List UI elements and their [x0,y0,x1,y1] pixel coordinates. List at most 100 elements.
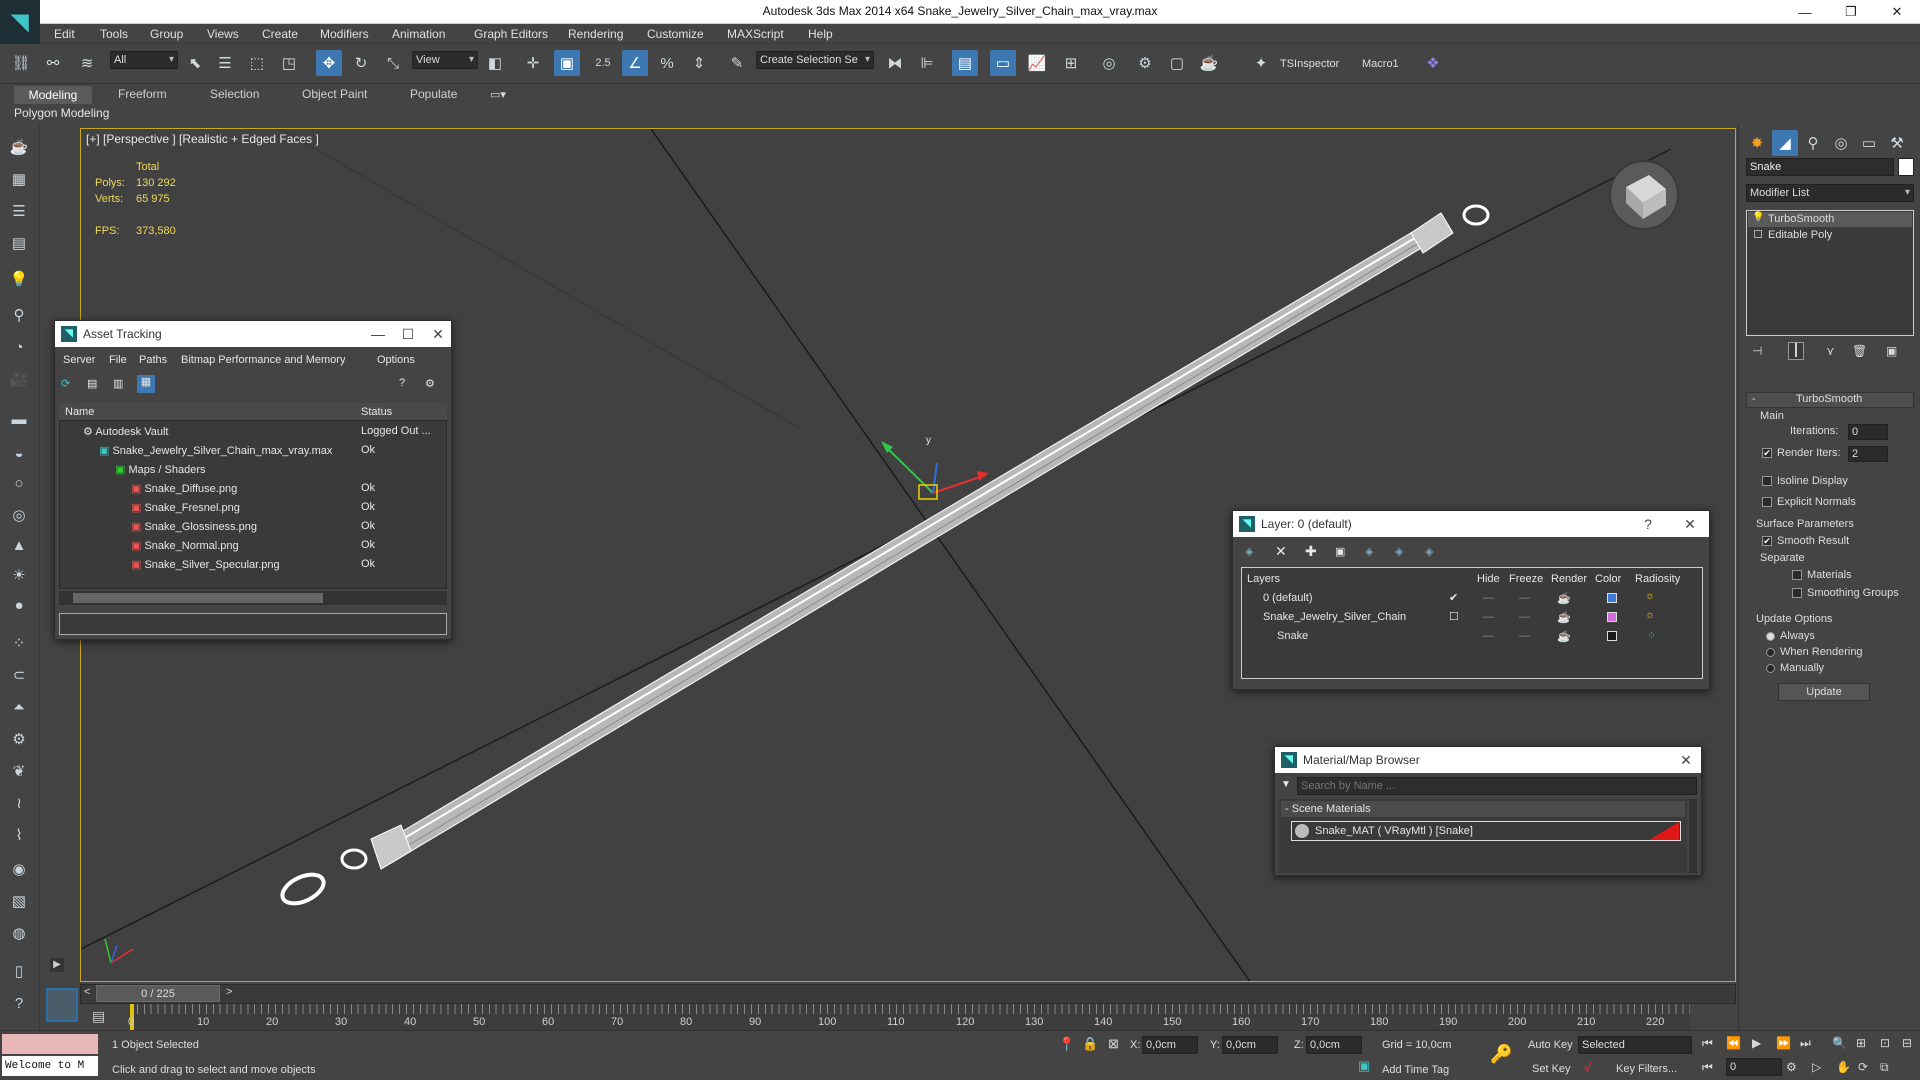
render-production-icon[interactable]: ☕ [1196,50,1222,76]
layer-color-swatch[interactable] [1607,593,1617,603]
material-sphere-icon[interactable]: ◉ [6,856,32,882]
menu-options[interactable]: Options [377,354,415,366]
material-browser-titlebar[interactable]: Material/Map Browser [1275,747,1701,773]
goto-end-icon[interactable]: ⏭ [1800,1036,1811,1051]
gear-icon[interactable]: ⚙ [6,726,32,752]
menu-tools[interactable]: Tools [100,27,128,41]
render-setup-icon[interactable]: ⚙ [1132,50,1158,76]
absolute-mode-icon[interactable]: ⊠ [1108,1036,1119,1052]
auto-key-button[interactable]: Auto Key [1528,1039,1573,1051]
zoom-extents-icon[interactable]: ⊡ [1880,1036,1890,1050]
geosphere-icon[interactable]: ● [6,592,32,618]
display-tab-icon[interactable]: ▭ [1856,130,1882,156]
create-tab-icon[interactable]: ✸ [1744,130,1770,156]
time-slider[interactable]: 0 / 225 [96,985,220,1002]
show-end-result-icon[interactable]: ┃ [1788,342,1804,360]
stack-expand-icon[interactable] [1754,230,1762,238]
update-button[interactable]: Update [1778,683,1870,701]
render-teapot-icon[interactable]: ☕ [1557,592,1571,605]
smoothing-groups-checkbox[interactable]: Smoothing Groups [1792,587,1899,605]
ts-inspector-button[interactable]: TSInspector [1280,58,1339,70]
table-row[interactable]: ▣ Snake_Silver_Specular.png [131,558,280,571]
rendered-frame-icon[interactable]: ▢ [1164,50,1190,76]
restore-icon[interactable]: ❐ [1828,0,1874,24]
col-name[interactable]: Name [65,406,94,418]
current-layer-check-icon[interactable]: ✔ [1449,591,1458,604]
layers-icon[interactable]: ◈ [1245,545,1253,558]
material-search-input[interactable] [1297,777,1697,795]
ts-inspector-icon[interactable]: ✦ [1248,50,1274,76]
isolate-pin-icon[interactable]: 📍 [1058,1036,1075,1053]
freeze-toggle[interactable]: — [1519,592,1530,604]
menu-help[interactable]: Help [808,27,833,41]
current-frame-field[interactable]: 0 [1726,1058,1782,1076]
table-row[interactable]: ▣ Snake_Normal.png [131,539,239,552]
prev-frame-icon[interactable]: < [84,986,90,998]
mirror-icon[interactable]: ⧓ [882,50,908,76]
settings-icon[interactable]: ⚙ [425,377,435,390]
orbit-icon[interactable]: ⟳ [1858,1060,1868,1074]
render-iters-checkbox[interactable]: ✔ [1762,447,1777,465]
camera-icon[interactable]: 🎥 [6,366,32,392]
close-icon[interactable]: ✕ [1874,0,1920,24]
move-gizmo[interactable] [881,441,989,500]
table-view-icon[interactable]: ▦ [137,375,155,393]
help-icon[interactable]: ? [399,377,405,389]
select-object-icon[interactable]: ⬉ [182,50,208,76]
close-icon[interactable]: ✕ [423,321,453,347]
render-icon[interactable]: ▦ [6,166,32,192]
edit-named-selection-icon[interactable]: ✎ [724,50,750,76]
align-icon[interactable]: ⊫ [914,50,940,76]
col-hide[interactable]: Hide [1477,573,1500,585]
menu-modifiers[interactable]: Modifiers [320,27,369,41]
particles-icon[interactable]: ⁘ [6,630,32,656]
unlink-icon[interactable]: ⚯ [40,50,66,76]
tab-selection[interactable]: Selection [210,87,259,103]
time-config-icon[interactable]: ⚙ [1786,1060,1797,1074]
expand-arrow-icon[interactable]: ▶ [50,958,64,972]
select-by-name-icon[interactable]: ☰ [212,50,238,76]
macro-button[interactable]: Macro1 [1362,58,1399,70]
close-icon[interactable]: ✕ [1671,747,1701,773]
help-icon[interactable]: ? [1633,511,1663,537]
menu-server[interactable]: Server [63,354,95,366]
delete-layer-icon[interactable]: ✕ [1275,543,1287,560]
materials-checkbox[interactable]: Materials [1792,569,1852,587]
schematic-view-icon[interactable]: ⊞ [1058,50,1084,76]
motion-tab-icon[interactable]: ◎ [1828,130,1854,156]
rect-selection-icon[interactable]: ⬚ [244,50,270,76]
select-move-icon[interactable]: ✥ [316,50,342,76]
object-name-input[interactable] [1746,158,1894,176]
table-row[interactable]: ▣ Snake_Diffuse.png [131,482,237,495]
highlight-layer-icon[interactable]: ◈ [1395,545,1403,558]
key-filters-button[interactable]: Key Filters... [1616,1063,1677,1075]
motion-icon[interactable]: ◔ [6,334,32,360]
percent-snap-icon[interactable]: % [654,50,680,76]
menu-views[interactable]: Views [207,27,239,41]
render-teapot-icon[interactable]: ☕ [1557,630,1571,643]
hair-icon[interactable]: ≀ [6,790,32,816]
tab-object-paint[interactable]: Object Paint [302,87,367,103]
pivot-center-icon[interactable]: ◧ [482,50,508,76]
zoom-extents-all-icon[interactable]: ⊟ [1902,1036,1912,1050]
menu-group[interactable]: Group [150,27,183,41]
y-coordinate-field[interactable]: 0,0cm [1222,1036,1278,1054]
layer-checkbox[interactable]: ☐ [1449,610,1459,623]
layer-row-chain[interactable]: Snake_Jewelry_Silver_Chain [1263,611,1406,623]
select-scale-icon[interactable]: ⤡ [380,50,406,76]
fov-icon[interactable]: ▷ [1812,1060,1821,1074]
set-key-icon[interactable]: 🔑 [1490,1044,1512,1065]
bind-spacewarp-icon[interactable]: ≋ [74,50,100,76]
table-row[interactable]: ⚙ Autodesk Vault [83,425,169,438]
light-icon[interactable]: 💡 [6,266,32,292]
key-mode-dropdown[interactable]: Selected [1578,1036,1692,1054]
add-layer-icon[interactable]: ✚ [1305,543,1317,560]
col-status[interactable]: Status [361,406,392,418]
render-teapot-icon[interactable]: ☕ [1557,611,1571,624]
link-icon[interactable]: ⛓ [8,50,34,76]
tube-icon[interactable]: ⊂ [6,662,32,688]
key-mode-icon[interactable]: ⏮ [1702,1060,1713,1075]
layer-color-swatch[interactable] [1607,612,1617,622]
cylinder-icon[interactable]: ◒ [6,440,32,466]
set-key-button[interactable]: Set Key [1532,1063,1571,1075]
